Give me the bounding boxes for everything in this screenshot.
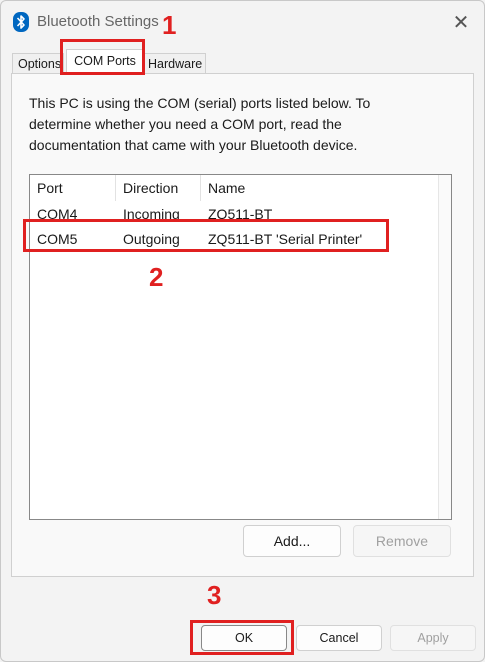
tab-com-ports[interactable]: COM Ports	[66, 49, 144, 75]
title-bar: Bluetooth Settings ✕	[1, 1, 484, 41]
add-button[interactable]: Add...	[243, 525, 341, 557]
tab-options[interactable]: Options	[12, 53, 64, 73]
list-header: Port Direction Name	[30, 175, 451, 201]
list-row-com5[interactable]: COM5 Outgoing ZQ511-BT 'Serial Printer'	[30, 227, 451, 252]
cell-direction: Incoming	[123, 206, 180, 222]
tab-hardware[interactable]: Hardware	[142, 53, 206, 73]
bluetooth-icon	[13, 12, 29, 32]
cancel-button[interactable]: Cancel	[296, 625, 382, 651]
cell-name: ZQ511-BT	[208, 206, 273, 222]
com-ports-list[interactable]: Port Direction Name COM4 Incoming ZQ511-…	[29, 174, 452, 520]
list-row-com4[interactable]: COM4 Incoming ZQ511-BT	[30, 202, 451, 227]
step-2-label: 2	[149, 262, 164, 292]
window-title: Bluetooth Settings	[37, 13, 159, 30]
column-header-name[interactable]: Name	[201, 175, 441, 201]
cell-direction: Outgoing	[123, 231, 180, 247]
ok-button[interactable]: OK	[201, 625, 287, 651]
bluetooth-settings-dialog: Bluetooth Settings ✕ Options Hardware CO…	[0, 0, 485, 662]
cell-port: COM4	[37, 206, 78, 222]
close-button[interactable]: ✕	[448, 9, 474, 35]
com-ports-description: This PC is using the COM (serial) ports …	[29, 95, 371, 153]
list-scrollbar[interactable]	[438, 175, 451, 519]
column-header-port[interactable]: Port	[30, 175, 116, 201]
step-1-label: 1	[162, 10, 177, 40]
apply-button[interactable]: Apply	[390, 625, 476, 651]
column-header-direction[interactable]: Direction	[116, 175, 201, 201]
com-ports-panel: This PC is using the COM (serial) ports …	[11, 73, 474, 577]
remove-button[interactable]: Remove	[353, 525, 451, 557]
step-3-label: 3	[207, 580, 222, 610]
cell-name: ZQ511-BT 'Serial Printer'	[208, 231, 363, 247]
close-icon: ✕	[452, 11, 470, 34]
cell-port: COM5	[37, 231, 78, 247]
